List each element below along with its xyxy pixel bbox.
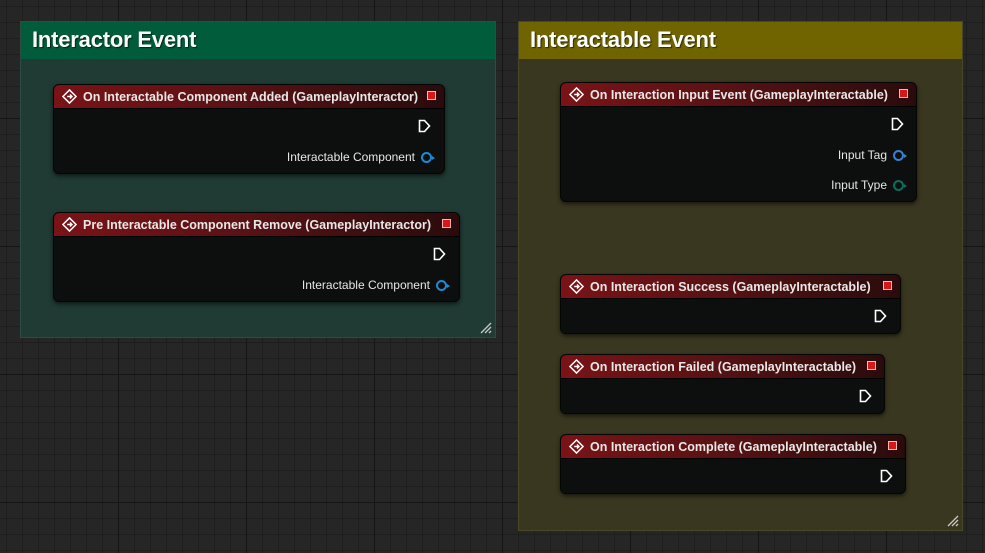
gameplay-tag-pin-icon[interactable] bbox=[893, 149, 907, 161]
object-pin-icon[interactable] bbox=[421, 151, 435, 163]
event-diamond-icon bbox=[569, 439, 584, 454]
breakpoint-square-icon[interactable] bbox=[427, 91, 436, 100]
output-pin-interactable-component[interactable]: Interactable Component bbox=[301, 278, 450, 292]
output-pin-input-tag[interactable]: Input Tag bbox=[837, 148, 907, 162]
output-pin-input-type[interactable]: Input Type bbox=[831, 178, 907, 192]
breakpoint-square-icon[interactable] bbox=[899, 89, 908, 98]
comment-title[interactable]: Interactable Event bbox=[519, 22, 962, 59]
output-pin-interactable-component[interactable]: Interactable Component bbox=[286, 150, 435, 164]
breakpoint-square-icon[interactable] bbox=[867, 361, 876, 370]
node-title: Pre Interactable Component Remove (Gamep… bbox=[83, 217, 432, 232]
event-node-interaction-failed[interactable]: On Interaction Failed (GameplayInteracta… bbox=[560, 354, 885, 414]
exec-output-icon[interactable] bbox=[874, 309, 887, 323]
pin-label: Interactable Component bbox=[301, 278, 430, 292]
event-diamond-icon bbox=[62, 89, 77, 104]
event-diamond-icon bbox=[62, 217, 77, 232]
node-title: On Interaction Input Event (GameplayInte… bbox=[590, 87, 888, 102]
node-header[interactable]: Pre Interactable Component Remove (Gamep… bbox=[54, 213, 459, 237]
resize-grip-icon[interactable] bbox=[480, 322, 492, 334]
exec-output-icon[interactable] bbox=[418, 119, 431, 133]
event-node-component-added[interactable]: On Interactable Component Added (Gamepla… bbox=[53, 84, 445, 174]
node-header[interactable]: On Interaction Input Event (GameplayInte… bbox=[561, 83, 916, 107]
event-diamond-icon bbox=[569, 87, 584, 102]
breakpoint-square-icon[interactable] bbox=[888, 441, 897, 450]
event-node-component-remove[interactable]: Pre Interactable Component Remove (Gamep… bbox=[53, 212, 460, 302]
enum-pin-icon[interactable] bbox=[893, 179, 907, 191]
exec-output-icon[interactable] bbox=[859, 389, 872, 403]
resize-grip-icon[interactable] bbox=[947, 515, 959, 527]
node-title: On Interaction Complete (GameplayInterac… bbox=[590, 439, 877, 454]
exec-output-icon[interactable] bbox=[433, 247, 446, 261]
pin-label: Input Type bbox=[831, 178, 887, 192]
exec-output-icon[interactable] bbox=[891, 117, 904, 131]
exec-output-icon[interactable] bbox=[880, 469, 893, 483]
event-diamond-icon bbox=[569, 359, 584, 374]
node-header[interactable]: On Interaction Complete (GameplayInterac… bbox=[561, 435, 905, 459]
event-node-interaction-complete[interactable]: On Interaction Complete (GameplayInterac… bbox=[560, 434, 906, 494]
event-diamond-icon bbox=[569, 279, 584, 294]
breakpoint-square-icon[interactable] bbox=[442, 219, 451, 228]
node-header[interactable]: On Interaction Success (GameplayInteract… bbox=[561, 275, 900, 299]
pin-label: Interactable Component bbox=[286, 150, 415, 164]
node-title: On Interaction Success (GameplayInteract… bbox=[590, 279, 871, 294]
pin-label: Input Tag bbox=[837, 148, 887, 162]
event-node-interaction-success[interactable]: On Interaction Success (GameplayInteract… bbox=[560, 274, 901, 334]
breakpoint-square-icon[interactable] bbox=[883, 281, 892, 290]
comment-title[interactable]: Interactor Event bbox=[21, 22, 495, 59]
object-pin-icon[interactable] bbox=[436, 279, 450, 291]
node-title: On Interactable Component Added (Gamepla… bbox=[83, 89, 419, 104]
node-title: On Interaction Failed (GameplayInteracta… bbox=[590, 359, 857, 374]
node-header[interactable]: On Interactable Component Added (Gamepla… bbox=[54, 85, 444, 109]
node-header[interactable]: On Interaction Failed (GameplayInteracta… bbox=[561, 355, 884, 379]
event-node-interaction-input[interactable]: On Interaction Input Event (GameplayInte… bbox=[560, 82, 917, 202]
